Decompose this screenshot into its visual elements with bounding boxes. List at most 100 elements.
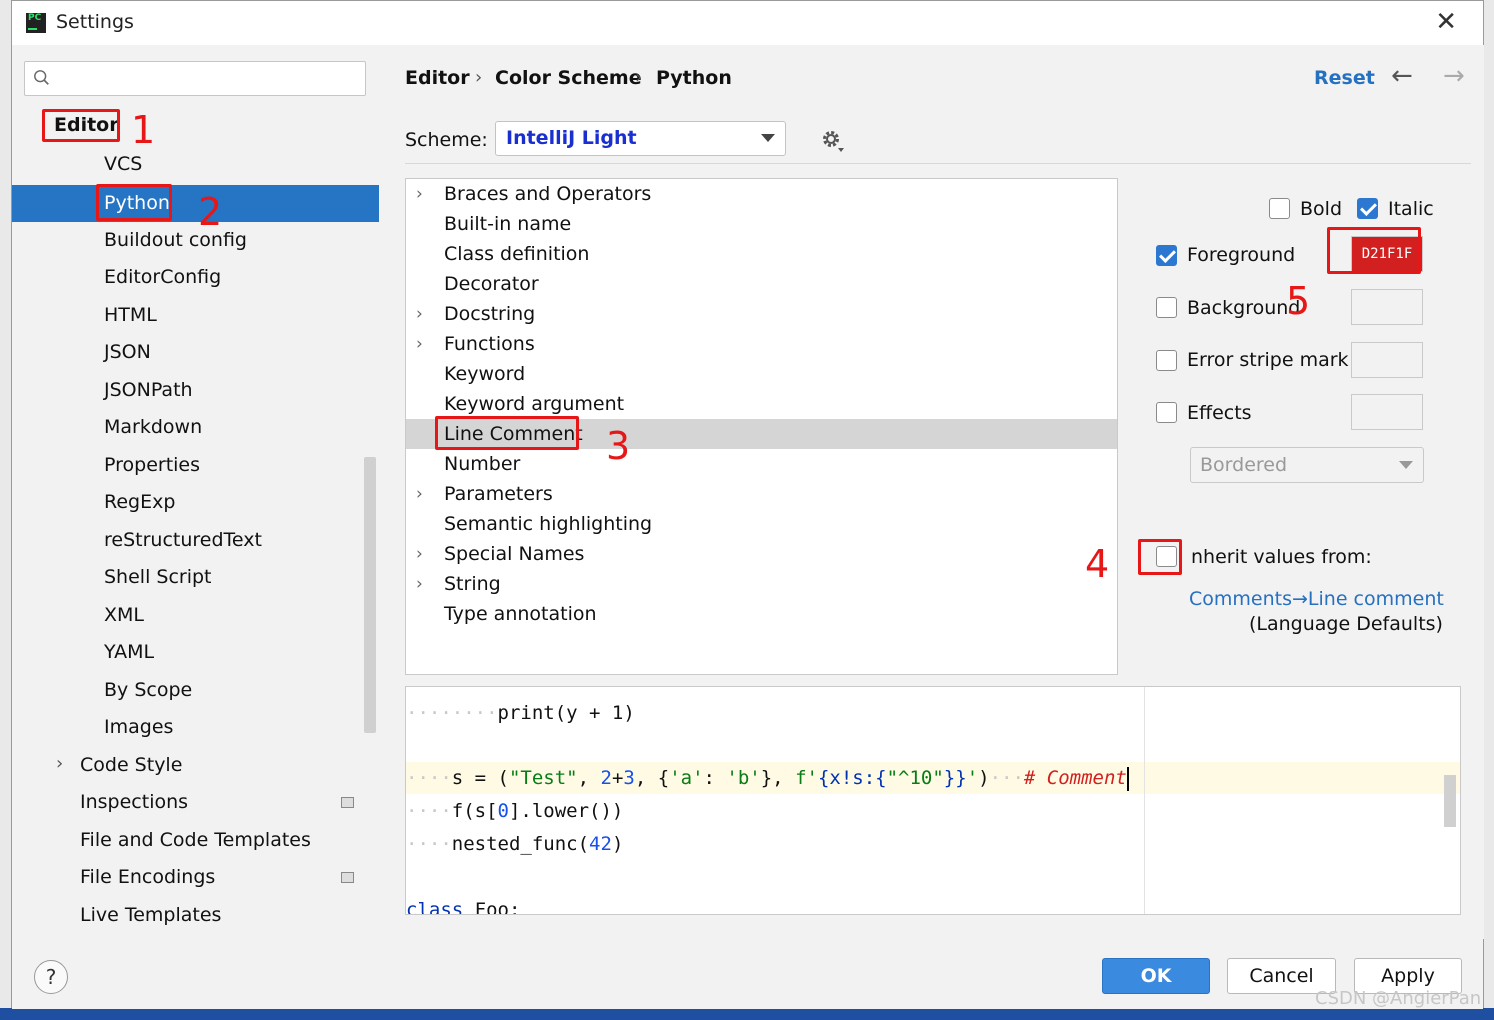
error-stripe-color-swatch[interactable]: [1351, 342, 1423, 378]
attr-special-names[interactable]: › Special Names: [406, 539, 1117, 569]
annotation-box-python: [96, 184, 172, 221]
sidebar-item-json[interactable]: JSON: [104, 334, 151, 371]
annotation-number-3: 3: [606, 424, 631, 468]
line-comment-token: # Comment: [1023, 767, 1127, 789]
annotation-box-line-comment: [435, 416, 579, 450]
sidebar-scrollbar[interactable]: [364, 457, 376, 733]
attr-braces-operators[interactable]: › Braces and Operators: [406, 179, 1117, 209]
bold-checkbox[interactable]: [1269, 198, 1290, 219]
right-margin-guide: [1144, 687, 1145, 914]
search-icon: [34, 70, 49, 85]
preview-scrollbar[interactable]: [1444, 775, 1456, 827]
sidebar-item-python-row[interactable]: Python: [12, 185, 379, 222]
effects-color-swatch[interactable]: [1351, 394, 1423, 430]
sidebar-item-file-and-code-templates[interactable]: File and Code Templates: [80, 822, 311, 859]
back-arrow-icon[interactable]: ←: [1391, 61, 1413, 91]
scheme-dropdown[interactable]: IntelliJ Light: [495, 121, 786, 156]
forward-arrow-icon[interactable]: →: [1443, 61, 1465, 91]
attr-class-definition[interactable]: Class definition: [406, 239, 1117, 269]
pycharm-icon: PC: [26, 13, 46, 33]
foreground-label: Foreground: [1187, 244, 1296, 266]
close-icon[interactable]: ✕: [1435, 9, 1457, 35]
code-line: ········print(y + 1): [406, 702, 635, 724]
annotation-box-foreground-color: [1327, 227, 1421, 274]
italic-checkbox[interactable]: [1357, 198, 1378, 219]
watermark: CSDN @AngierPan: [1315, 988, 1482, 1009]
scheme-label: Scheme:: [405, 129, 488, 151]
sidebar-item-html[interactable]: HTML: [104, 297, 157, 334]
annotation-number-5: 5: [1286, 279, 1311, 323]
attr-string[interactable]: › String: [406, 569, 1117, 599]
sidebar-item-restructuredtext[interactable]: reStructuredText: [104, 522, 262, 559]
breadcrumb-separator-icon: ›: [475, 67, 483, 88]
chevron-down-icon: [1399, 461, 1413, 469]
chevron-right-icon[interactable]: ›: [416, 569, 423, 599]
gear-icon[interactable]: [819, 127, 845, 153]
chevron-right-icon[interactable]: ›: [416, 539, 423, 569]
attribute-properties: Bold Italic Foreground D21F1F Background…: [1129, 185, 1474, 645]
chevron-right-icon[interactable]: ›: [416, 329, 423, 359]
desktop-left-edge: [0, 0, 11, 1020]
sidebar-item-regexp[interactable]: RegExp: [104, 484, 175, 521]
effects-type-value: Bordered: [1200, 454, 1288, 476]
chevron-down-icon: [761, 134, 775, 142]
sidebar-item-code-style[interactable]: Code Style: [80, 747, 182, 784]
reset-link[interactable]: Reset: [1314, 67, 1375, 89]
sidebar-item-by-scope[interactable]: By Scope: [104, 672, 192, 709]
italic-label: Italic: [1388, 198, 1434, 220]
breadcrumb-separator-icon: ›: [635, 67, 643, 88]
dialog-button-bar: ? OK Cancel Apply: [12, 939, 1483, 1009]
chevron-right-icon[interactable]: ›: [416, 479, 423, 509]
annotation-number-1: 1: [131, 108, 156, 152]
attr-keyword-argument[interactable]: Keyword argument: [406, 389, 1117, 419]
code-line-current: ····s = ("Test", 2+3, {'a': 'b'}, f'{x!s…: [406, 762, 1460, 794]
project-settings-icon: [341, 872, 354, 883]
attr-number[interactable]: Number: [406, 449, 1117, 479]
attr-parameters[interactable]: › Parameters: [406, 479, 1117, 509]
annotation-number-2: 2: [198, 190, 223, 234]
foreground-checkbox[interactable]: [1156, 245, 1177, 266]
sidebar-item-file-encodings[interactable]: File Encodings: [80, 859, 215, 896]
attr-docstring[interactable]: › Docstring: [406, 299, 1117, 329]
breadcrumb-python: Python: [656, 67, 732, 89]
settings-search-input[interactable]: [24, 61, 366, 96]
attr-type-annotation[interactable]: Type annotation: [406, 599, 1117, 629]
chevron-right-icon[interactable]: ›: [56, 753, 63, 774]
code-line: ····nested_func(42): [406, 833, 624, 855]
attr-keyword[interactable]: Keyword: [406, 359, 1117, 389]
attr-built-in-name[interactable]: Built-in name: [406, 209, 1117, 239]
attr-functions[interactable]: › Functions: [406, 329, 1117, 359]
sidebar-item-shell-script[interactable]: Shell Script: [104, 559, 212, 596]
sidebar-item-buildout-config[interactable]: Buildout config: [104, 222, 247, 259]
sidebar-item-editorconfig[interactable]: EditorConfig: [104, 259, 221, 296]
annotation-number-4: 4: [1085, 542, 1110, 586]
sidebar-item-images[interactable]: Images: [104, 709, 173, 746]
sidebar-item-jsonpath[interactable]: JSONPath: [104, 372, 193, 409]
chevron-right-icon[interactable]: ›: [416, 299, 423, 329]
sidebar-item-xml[interactable]: XML: [104, 597, 144, 634]
sidebar-item-properties[interactable]: Properties: [104, 447, 200, 484]
sidebar-item-markdown[interactable]: Markdown: [104, 409, 202, 446]
background-label: Background: [1187, 297, 1301, 319]
background-checkbox[interactable]: [1156, 297, 1177, 318]
code-preview[interactable]: ········print(y + 1) ····s = ("Test", 2+…: [405, 686, 1461, 915]
title-bar: PC Settings ✕: [12, 1, 1483, 45]
window-title: Settings: [56, 11, 134, 33]
effects-type-dropdown[interactable]: Bordered: [1190, 447, 1424, 483]
attr-semantic-highlighting[interactable]: Semantic highlighting: [406, 509, 1117, 539]
annotation-box-inherit: [1138, 539, 1182, 575]
sidebar-item-inspections[interactable]: Inspections: [80, 784, 188, 821]
attr-decorator[interactable]: Decorator: [406, 269, 1117, 299]
code-line: ····f(s[0].lower()): [406, 800, 624, 822]
settings-sidebar: Editor VCS Python Buildout config Editor…: [12, 45, 379, 939]
inherit-source-link[interactable]: Comments→Line comment: [1189, 588, 1444, 610]
chevron-right-icon[interactable]: ›: [416, 179, 423, 209]
effects-checkbox[interactable]: [1156, 402, 1177, 423]
error-stripe-checkbox[interactable]: [1156, 350, 1177, 371]
sidebar-item-yaml[interactable]: YAML: [104, 634, 154, 671]
scheme-value: IntelliJ Light: [506, 127, 637, 149]
sidebar-item-live-templates[interactable]: Live Templates: [80, 897, 221, 934]
help-button[interactable]: ?: [34, 960, 68, 994]
ok-button[interactable]: OK: [1102, 958, 1210, 994]
background-color-swatch[interactable]: [1351, 289, 1423, 325]
